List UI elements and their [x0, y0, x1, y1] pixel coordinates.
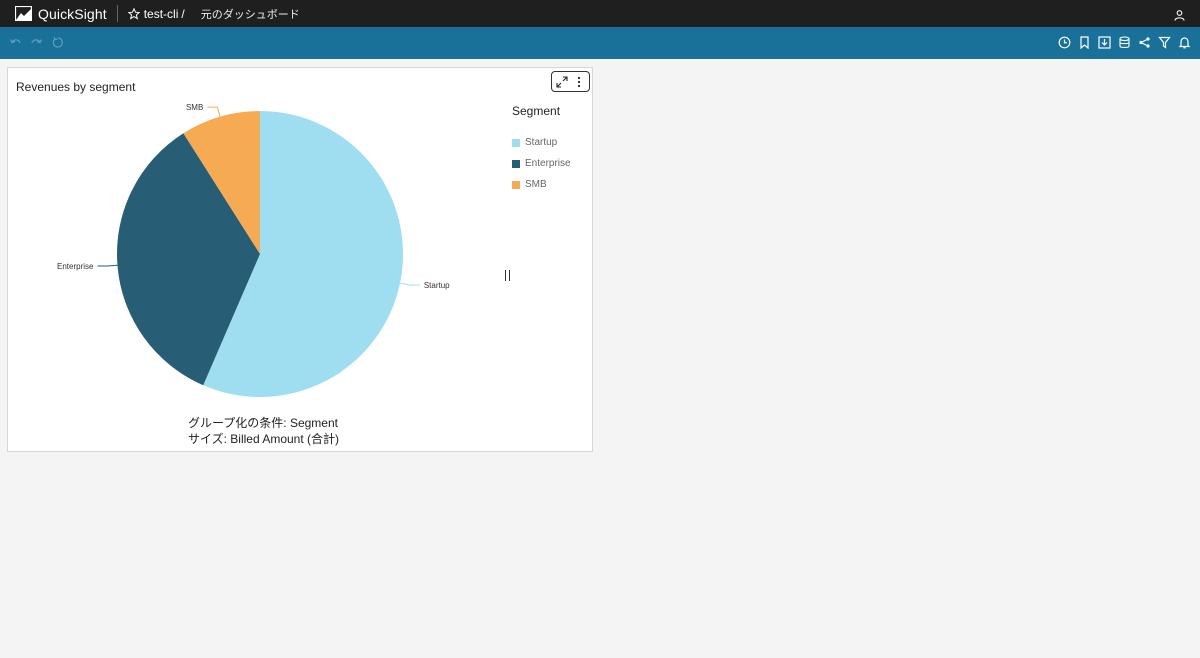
- field-well-size: サイズ: Billed Amount (合計): [188, 432, 340, 446]
- redo-icon[interactable]: [30, 36, 43, 49]
- bell-icon[interactable]: [1178, 36, 1191, 49]
- pie-chart-visual[interactable]: Revenues by segment Startup Enterprise SMB…: [7, 67, 593, 452]
- clock-icon[interactable]: [1058, 36, 1071, 49]
- legend-label: SMB: [525, 179, 547, 190]
- dashboard-toolbar: [0, 27, 1200, 59]
- legend-label: Enterprise: [525, 158, 571, 169]
- leader-line: [207, 106, 221, 117]
- app-name: QuickSight: [38, 5, 107, 22]
- bookmark-icon[interactable]: [1078, 36, 1091, 49]
- analysis-name-link[interactable]: test-cli: [144, 7, 179, 21]
- legend-item-startup[interactable]: Startup: [512, 132, 571, 153]
- leader-line: [97, 264, 118, 267]
- download-icon[interactable]: [1098, 36, 1111, 49]
- user-icon[interactable]: [1174, 8, 1185, 21]
- filter-icon[interactable]: [1158, 36, 1171, 49]
- legend-item-smb[interactable]: SMB: [512, 174, 571, 195]
- legend-swatch: [512, 159, 520, 168]
- dashboard-name[interactable]: 元のダッシュボード: [201, 6, 300, 22]
- legend-title: Segment: [512, 104, 561, 118]
- undo-icon[interactable]: [9, 36, 22, 49]
- quicksight-logo[interactable]: QuickSight: [15, 0, 107, 27]
- legend-label: Startup: [525, 137, 558, 148]
- chart-legend: Segment Startup Enterprise SMB: [512, 104, 571, 195]
- divider: [116, 5, 118, 22]
- legend-swatch: [512, 180, 520, 189]
- star-icon[interactable]: [127, 7, 140, 20]
- slice-label: Enterprise: [57, 262, 94, 271]
- legend-swatch: [512, 138, 520, 147]
- leader-line: [399, 282, 420, 286]
- quicksight-logo-icon: [15, 6, 32, 21]
- slice-label: Startup: [424, 281, 450, 290]
- top-nav-bar: QuickSight test-cli / 元のダッシュボード: [0, 0, 1200, 27]
- dataset-icon[interactable]: [1118, 36, 1131, 49]
- reset-icon[interactable]: [51, 36, 64, 49]
- legend-resize-handle[interactable]: [505, 270, 510, 281]
- share-icon[interactable]: [1138, 36, 1151, 49]
- pie-chart: Startup Enterprise SMB: [57, 103, 450, 397]
- field-well-group-by: グループ化の条件: Segment: [188, 416, 338, 430]
- breadcrumb-separator: /: [181, 6, 185, 21]
- legend-item-enterprise[interactable]: Enterprise: [512, 153, 571, 174]
- slice-label: SMB: [186, 103, 203, 112]
